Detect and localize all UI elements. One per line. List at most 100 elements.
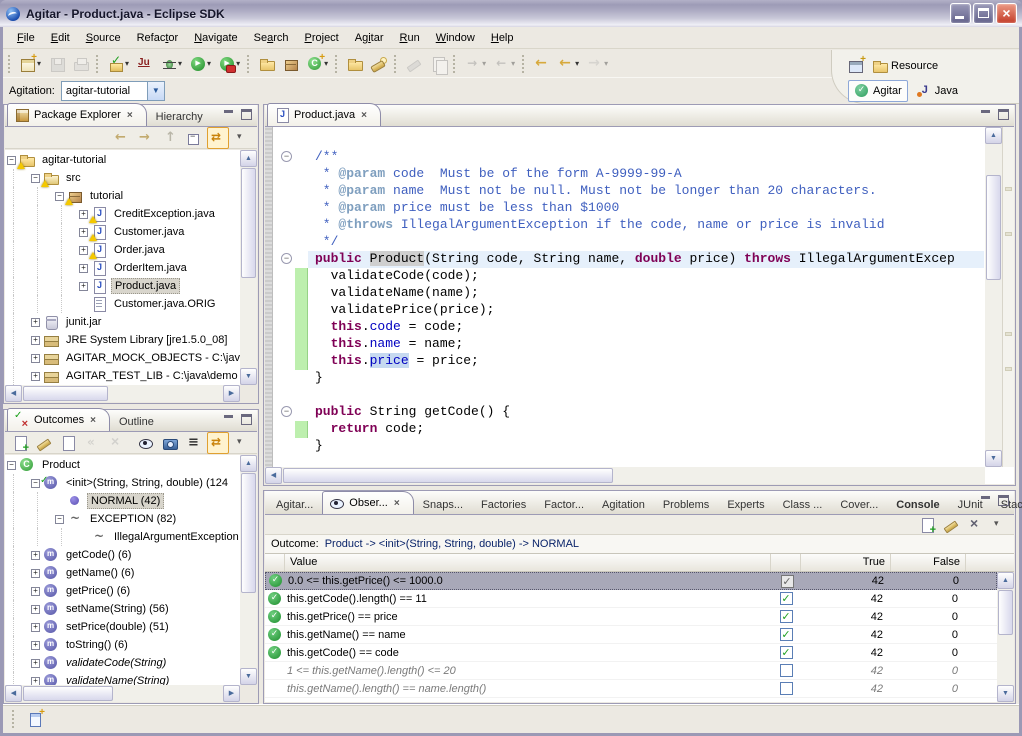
junit-button[interactable] xyxy=(134,53,156,75)
expander-plus-icon[interactable]: + xyxy=(31,336,40,345)
outcomes-item[interactable]: −<init>(String, String, double) (124 xyxy=(5,474,240,492)
header-value[interactable]: Value xyxy=(285,554,771,571)
scroll-thumb[interactable] xyxy=(986,175,1001,280)
outcomes-item[interactable]: +setName(String) (56) xyxy=(5,600,240,618)
nav-back-button[interactable] xyxy=(111,127,133,149)
table-vertical-scrollbar[interactable]: ▲ ▼ xyxy=(997,572,1014,702)
menu-run[interactable]: Run xyxy=(392,29,428,47)
outcomes-item[interactable]: +getName() (6) xyxy=(5,564,240,582)
scroll-right-icon[interactable]: ▶ xyxy=(223,385,240,402)
expander-plus-icon[interactable]: + xyxy=(79,210,88,219)
code-editor[interactable]: −/** * @param code Must be of the form A… xyxy=(265,127,984,467)
bottom-tab-cover[interactable]: Cover... xyxy=(831,496,887,514)
expander-plus-icon[interactable]: + xyxy=(31,587,40,596)
package-explorer-item[interactable]: +AGITAR_MOCK_OBJECTS - C:\java xyxy=(5,349,240,367)
title-bar[interactable]: Agitar - Product.java - Eclipse SDK × xyxy=(0,0,1022,27)
bottom-tab-problems[interactable]: Problems xyxy=(654,496,718,514)
outcomes-item[interactable]: −EXCEPTION (82) xyxy=(5,510,240,528)
package-explorer-item[interactable]: Customer.java.ORIG xyxy=(5,295,240,313)
view-maximize-button[interactable] xyxy=(997,109,1011,121)
view-minimize-button[interactable] xyxy=(979,109,993,121)
expander-plus-icon[interactable]: + xyxy=(31,605,40,614)
delete-dark-button[interactable] xyxy=(964,514,986,536)
expander-plus-icon[interactable]: + xyxy=(31,641,40,650)
checkbox-unchecked[interactable] xyxy=(780,664,793,677)
header-checkbox-column[interactable] xyxy=(771,554,801,571)
scroll-up-icon[interactable]: ▲ xyxy=(985,127,1002,144)
scroll-up-icon[interactable]: ▲ xyxy=(997,572,1014,589)
table-row[interactable]: 1 <= this.getName().length() <= 20420 xyxy=(265,662,997,680)
combo-dropdown-icon[interactable]: ▼ xyxy=(147,82,164,100)
table-row[interactable]: this.getCode() == code✓420 xyxy=(265,644,997,662)
outcomes-item[interactable]: +validateCode(String) xyxy=(5,654,240,672)
bottom-tab-snaps[interactable]: Snaps... xyxy=(414,496,472,514)
bottom-tab-obser[interactable]: Obser...× xyxy=(322,491,413,514)
editor-vertical-scrollbar[interactable]: ▲ ▼ xyxy=(985,127,1002,467)
package-explorer-item[interactable]: +junit.jar xyxy=(5,313,240,331)
scroll-down-icon[interactable]: ▼ xyxy=(240,668,257,685)
scroll-up-icon[interactable]: ▲ xyxy=(240,455,257,472)
view-maximize-button[interactable] xyxy=(997,495,1011,507)
expander-plus-icon[interactable]: + xyxy=(79,246,88,255)
bottom-tab-class[interactable]: Class ... xyxy=(774,496,832,514)
checkbox-checked[interactable]: ✓ xyxy=(780,610,793,623)
checkbox-checked[interactable]: ✓ xyxy=(780,646,793,659)
new-package-button[interactable] xyxy=(280,53,302,75)
expander-plus-icon[interactable]: + xyxy=(31,354,40,363)
menu-search[interactable]: Search xyxy=(246,29,297,47)
viewmenu-button[interactable] xyxy=(231,127,253,149)
checkbox-checked[interactable]: ✓ xyxy=(780,628,793,641)
outcomes-tab-outcomes[interactable]: Outcomes× xyxy=(7,408,110,431)
expander-minus-icon[interactable]: − xyxy=(7,156,16,165)
scroll-down-icon[interactable]: ▼ xyxy=(985,450,1002,467)
expander-plus-icon[interactable]: + xyxy=(79,282,88,291)
pe-vertical-scrollbar[interactable]: ▲ ▼ xyxy=(240,150,257,385)
header-icon-column[interactable] xyxy=(265,554,285,571)
package-explorer-tab-package-explorer[interactable]: Package Explorer× xyxy=(7,103,147,126)
expander-plus-icon[interactable]: + xyxy=(31,623,40,632)
checkbox-checked[interactable]: ✓ xyxy=(780,592,793,605)
outcomes-item[interactable]: −Product xyxy=(5,456,240,474)
package-explorer-item[interactable]: −src xyxy=(5,169,240,187)
expander-plus-icon[interactable]: + xyxy=(31,318,40,327)
scroll-left-icon[interactable]: ◀ xyxy=(5,385,22,402)
bottom-tab-agitar[interactable]: Agitar... xyxy=(267,496,322,514)
scroll-thumb[interactable] xyxy=(241,168,256,278)
edit-button[interactable] xyxy=(33,432,55,454)
outcomes-item[interactable]: +setPrice(double) (51) xyxy=(5,618,240,636)
new-wizard-button[interactable]: ▾ xyxy=(17,53,44,75)
scroll-up-icon[interactable]: ▲ xyxy=(240,150,257,167)
view-minimize-button[interactable] xyxy=(222,414,236,426)
collapse-all-button[interactable] xyxy=(183,127,205,149)
package-explorer-item[interactable]: +Customer.java xyxy=(5,223,240,241)
outcomes-item[interactable]: +getPrice() (6) xyxy=(5,582,240,600)
expander-plus-icon[interactable]: + xyxy=(31,372,40,381)
pe-horizontal-scrollbar[interactable]: ◀ ▶ xyxy=(5,385,240,402)
menu-edit[interactable]: Edit xyxy=(43,29,78,47)
code-line[interactable]: this.name = name; xyxy=(265,336,984,353)
expander-minus-icon[interactable]: − xyxy=(7,461,16,470)
scroll-thumb[interactable] xyxy=(23,386,108,401)
table-row[interactable]: this.getName().length() == name.length()… xyxy=(265,680,997,698)
expander-minus-icon[interactable]: − xyxy=(55,515,64,524)
bottom-tab-experts[interactable]: Experts xyxy=(718,496,773,514)
table-row[interactable]: this.getCode().length() == 11✓420 xyxy=(265,590,997,608)
expander-plus-icon[interactable]: + xyxy=(79,264,88,273)
menu-source[interactable]: Source xyxy=(78,29,129,47)
header-false[interactable]: False xyxy=(891,554,966,571)
open-type-button[interactable] xyxy=(344,53,366,75)
scroll-left-icon[interactable]: ◀ xyxy=(5,685,22,702)
code-line[interactable]: this.price = price; xyxy=(265,353,984,370)
fold-collapse-icon[interactable]: − xyxy=(281,151,292,162)
minimize-button[interactable] xyxy=(950,3,971,24)
overview-ruler[interactable] xyxy=(1002,127,1014,467)
perspective-agitar[interactable]: Agitar xyxy=(848,80,908,102)
package-explorer-item[interactable]: +Product.java xyxy=(5,277,240,295)
package-explorer-tab-hierarchy[interactable]: Hierarchy xyxy=(147,108,212,126)
view-minimize-button[interactable] xyxy=(222,109,236,121)
table-row[interactable]: this.getName() == name✓420 xyxy=(265,626,997,644)
menu-file[interactable]: File xyxy=(9,29,43,47)
nav-fwd-button[interactable] xyxy=(135,127,157,149)
package-explorer-item[interactable]: +OrderItem.java xyxy=(5,259,240,277)
menu-refactor[interactable]: Refactor xyxy=(129,29,187,47)
